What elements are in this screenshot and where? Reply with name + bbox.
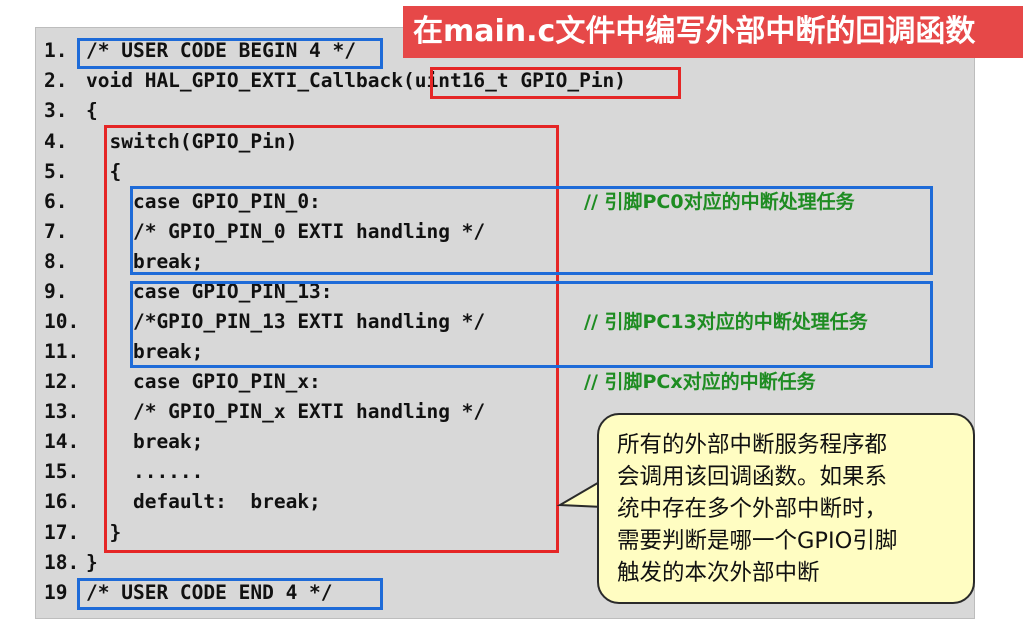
callout-pointer-seam (599, 472, 624, 506)
